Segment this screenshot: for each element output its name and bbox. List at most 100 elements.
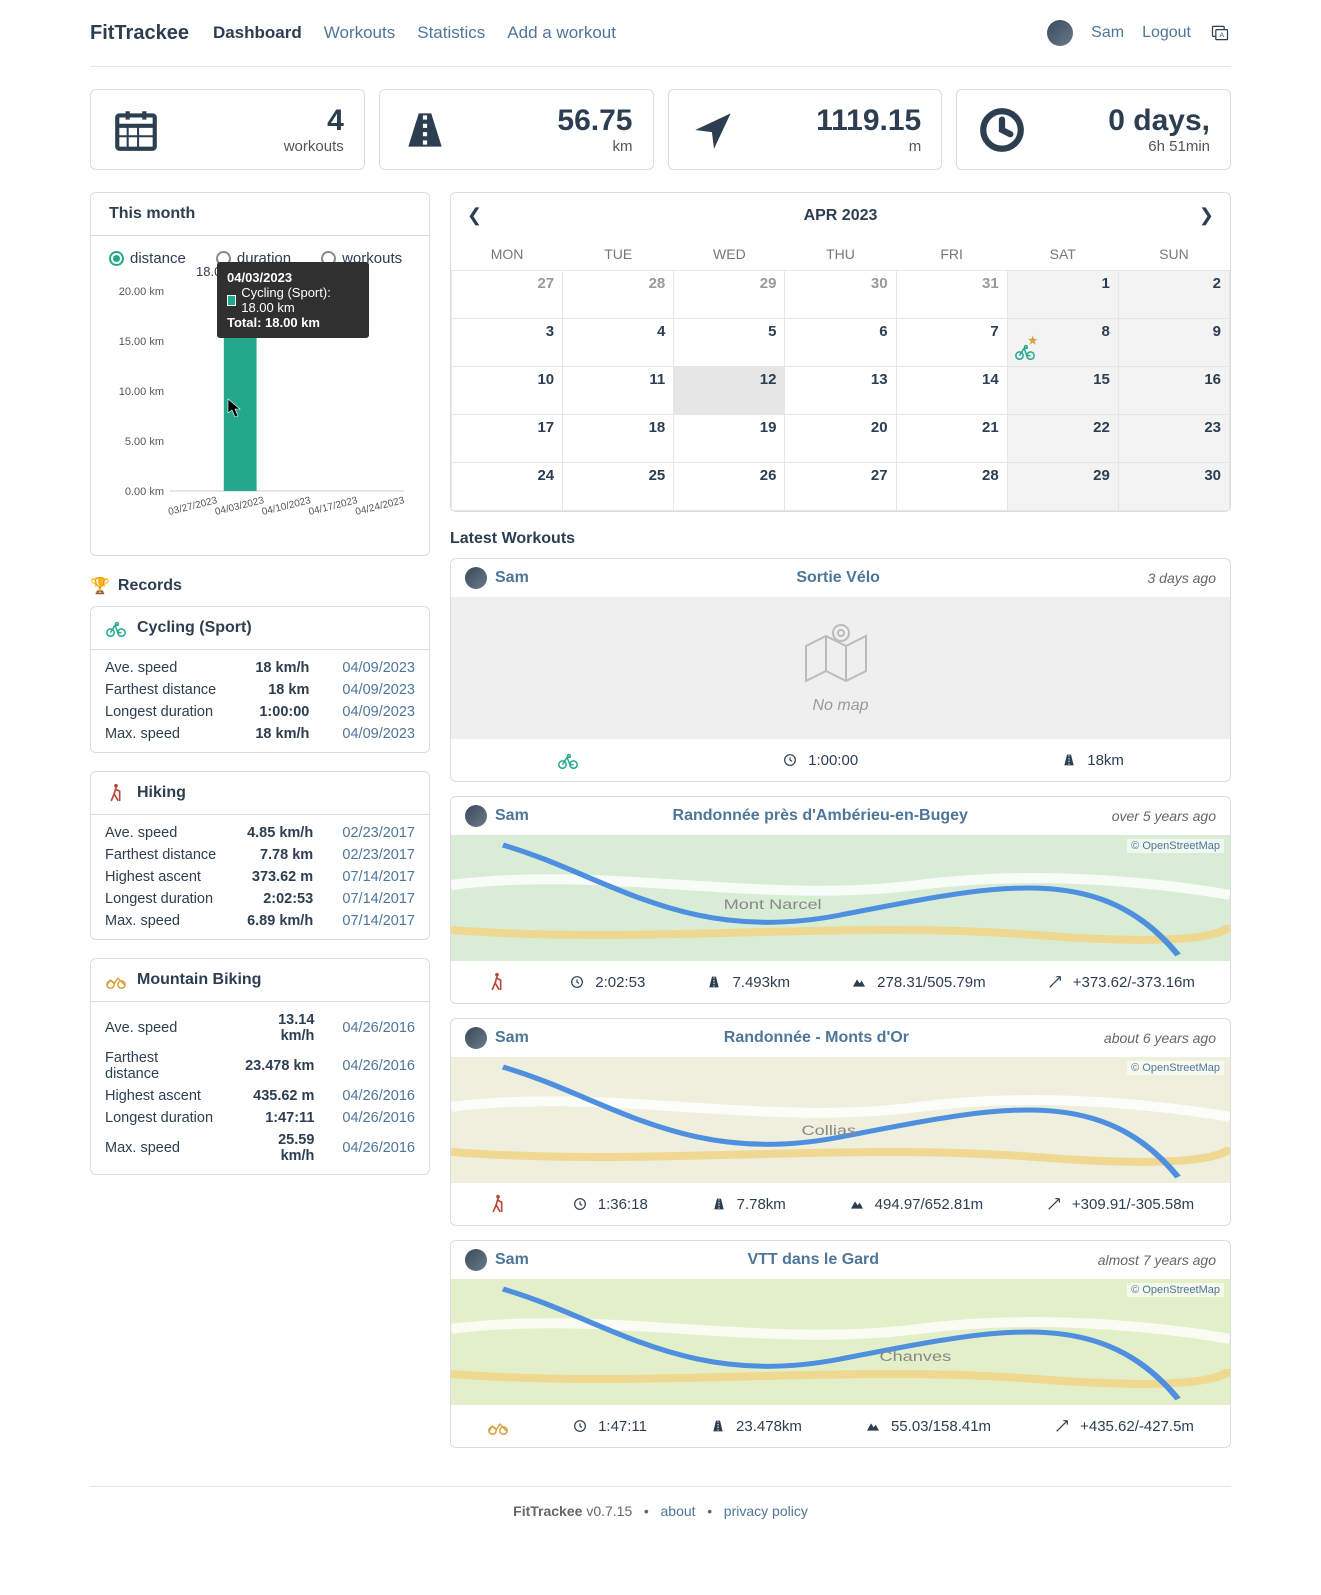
record-date[interactable]: 04/09/2023 xyxy=(342,704,415,720)
cal-day[interactable]: 10 xyxy=(452,367,563,415)
record-date[interactable]: 04/26/2016 xyxy=(342,1140,415,1156)
cal-day[interactable]: 29 xyxy=(1007,463,1118,511)
record-date[interactable]: 02/23/2017 xyxy=(342,847,415,863)
record-sport: Mountain Biking xyxy=(137,971,261,989)
svg-text:04/03/2023: 04/03/2023 xyxy=(214,495,266,518)
cal-day[interactable]: 3 xyxy=(452,319,563,367)
cal-day[interactable]: 14 xyxy=(896,367,1007,415)
record-date[interactable]: 04/09/2023 xyxy=(342,682,415,698)
cal-day[interactable]: 28 xyxy=(896,463,1007,511)
cal-day[interactable]: 16 xyxy=(1118,367,1229,415)
record-date[interactable]: 07/14/2017 xyxy=(342,913,415,929)
cal-day[interactable]: 20 xyxy=(785,415,896,463)
calendar-prev[interactable]: ❮ xyxy=(467,205,482,226)
cal-day[interactable]: 4 xyxy=(563,319,674,367)
cal-day[interactable]: 18 xyxy=(563,415,674,463)
clock-icon xyxy=(977,105,1027,155)
cal-day[interactable]: 8★ xyxy=(1007,319,1118,367)
workout-user[interactable]: Sam xyxy=(495,807,529,825)
cal-day[interactable]: 27 xyxy=(452,271,563,319)
metric-distance[interactable]: distance xyxy=(109,250,186,267)
workout-map[interactable]: Collias © OpenStreetMap xyxy=(451,1057,1230,1183)
svg-text:04/10/2023: 04/10/2023 xyxy=(261,495,313,518)
cal-day[interactable]: 24 xyxy=(452,463,563,511)
cal-event-bike-icon[interactable]: ★ xyxy=(1014,340,1036,362)
record-value: 13.14 km/h xyxy=(227,1002,328,1047)
record-date[interactable]: 04/09/2023 xyxy=(342,726,415,742)
svg-text:15.00 km: 15.00 km xyxy=(119,336,164,348)
avatar[interactable] xyxy=(1047,20,1073,46)
workout-user[interactable]: Sam xyxy=(495,569,529,587)
workout-map[interactable]: Mont Narcel © OpenStreetMap xyxy=(451,835,1230,961)
record-value: 7.78 km xyxy=(232,844,327,866)
workout-user[interactable]: Sam xyxy=(495,1029,529,1047)
language-icon[interactable]: A xyxy=(1209,22,1231,44)
cal-day[interactable]: 25 xyxy=(563,463,674,511)
workout-title[interactable]: Randonnée - Monts d'Or xyxy=(529,1029,1104,1047)
workout-stat: 1:36:18 xyxy=(569,1193,648,1215)
record-date[interactable]: 04/26/2016 xyxy=(342,1088,415,1104)
cal-day[interactable]: 13 xyxy=(785,367,896,415)
avatar[interactable] xyxy=(465,1027,487,1049)
osm-credit[interactable]: © OpenStreetMap xyxy=(1127,1283,1224,1297)
workout-user[interactable]: Sam xyxy=(495,1251,529,1269)
cal-dow: TUE xyxy=(563,238,674,271)
cal-day[interactable]: 31 xyxy=(896,271,1007,319)
user-name[interactable]: Sam xyxy=(1091,24,1124,42)
cal-day[interactable]: 19 xyxy=(674,415,785,463)
record-date[interactable]: 04/26/2016 xyxy=(342,1020,415,1036)
footer-about[interactable]: about xyxy=(661,1503,696,1519)
avatar[interactable] xyxy=(465,805,487,827)
calendar-next[interactable]: ❯ xyxy=(1199,205,1214,226)
cal-day[interactable]: 30 xyxy=(785,271,896,319)
cal-day[interactable]: 11 xyxy=(563,367,674,415)
cal-day[interactable]: 26 xyxy=(674,463,785,511)
footer: FitTrackee v0.7.15 • about • privacy pol… xyxy=(90,1486,1231,1559)
nav-dashboard[interactable]: Dashboard xyxy=(213,23,302,43)
osm-credit[interactable]: © OpenStreetMap xyxy=(1127,1061,1224,1075)
cal-day[interactable]: 9 xyxy=(1118,319,1229,367)
cal-day[interactable]: 5 xyxy=(674,319,785,367)
nav-add-workout[interactable]: Add a workout xyxy=(507,23,616,43)
footer-privacy[interactable]: privacy policy xyxy=(724,1503,808,1519)
calendar-panel: ❮ APR 2023 ❯ MONTUEWEDTHUFRISATSUN 27282… xyxy=(450,192,1231,512)
cal-day[interactable]: 29 xyxy=(674,271,785,319)
cal-day[interactable]: 23 xyxy=(1118,415,1229,463)
record-date[interactable]: 02/23/2017 xyxy=(342,825,415,841)
avatar[interactable] xyxy=(465,567,487,589)
cal-day[interactable]: 7 xyxy=(896,319,1007,367)
cal-day[interactable]: 15 xyxy=(1007,367,1118,415)
cal-day[interactable]: 30 xyxy=(1118,463,1229,511)
record-label: Ave. speed xyxy=(91,650,237,679)
osm-credit[interactable]: © OpenStreetMap xyxy=(1127,839,1224,853)
hiker-icon xyxy=(486,971,508,993)
record-date[interactable]: 04/09/2023 xyxy=(342,660,415,676)
logout-link[interactable]: Logout xyxy=(1142,24,1191,42)
stat-distance-unit: km xyxy=(450,138,633,155)
record-date[interactable]: 04/26/2016 xyxy=(342,1058,415,1074)
record-row: Ave. speed13.14 km/h04/26/2016 xyxy=(91,1002,429,1047)
cal-day[interactable]: 27 xyxy=(785,463,896,511)
record-date[interactable]: 07/14/2017 xyxy=(342,869,415,885)
cal-day[interactable]: 28 xyxy=(563,271,674,319)
workout-map[interactable]: Chanves © OpenStreetMap xyxy=(451,1279,1230,1405)
cal-day[interactable]: 17 xyxy=(452,415,563,463)
nav-workouts[interactable]: Workouts xyxy=(324,23,396,43)
cal-day[interactable]: 12 xyxy=(674,367,785,415)
cal-day[interactable]: 22 xyxy=(1007,415,1118,463)
avatar[interactable] xyxy=(465,1249,487,1271)
cal-day[interactable]: 6 xyxy=(785,319,896,367)
svg-text:03/27/2023: 03/27/2023 xyxy=(167,495,219,518)
workout-title[interactable]: Sortie Vélo xyxy=(529,569,1148,587)
cal-day[interactable]: 21 xyxy=(896,415,1007,463)
workout-title[interactable]: VTT dans le Gard xyxy=(529,1251,1098,1269)
workout-title[interactable]: Randonnée près d'Ambérieu-en-Bugey xyxy=(529,807,1112,825)
record-label: Highest ascent xyxy=(91,1085,227,1107)
record-date[interactable]: 04/26/2016 xyxy=(342,1110,415,1126)
cal-day[interactable]: 2 xyxy=(1118,271,1229,319)
cal-day[interactable]: 1 xyxy=(1007,271,1118,319)
record-date[interactable]: 07/14/2017 xyxy=(342,891,415,907)
nav-statistics[interactable]: Statistics xyxy=(417,23,485,43)
brand[interactable]: FitTrackee xyxy=(90,22,189,45)
cal-dow: WED xyxy=(674,238,785,271)
